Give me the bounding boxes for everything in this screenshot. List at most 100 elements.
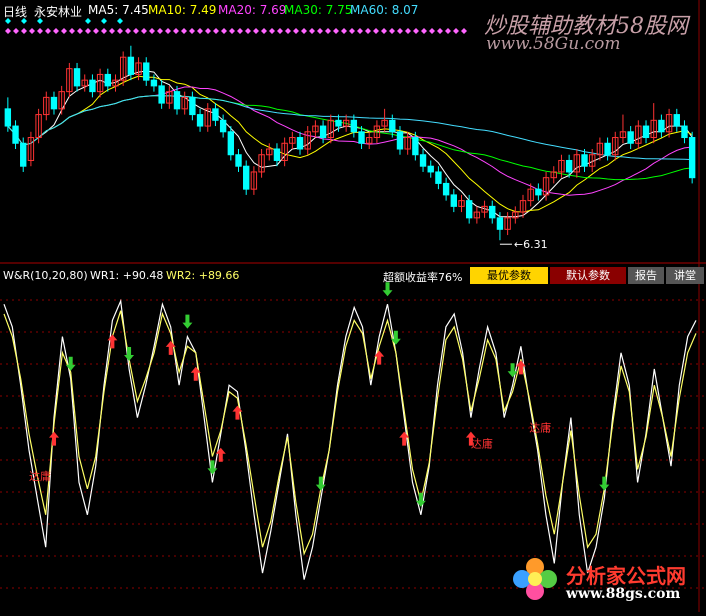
diamond-marker [37,28,43,34]
low-price-marker: ←6.31 [499,238,548,251]
candle-body [688,137,696,179]
diamond-marker [373,28,379,34]
diamond-marker [45,28,51,34]
diamond-marker [309,28,315,34]
candle-body [396,131,404,150]
diamond-marker [69,28,75,34]
candle-body [389,119,396,133]
candle-body [412,137,419,156]
candle-body [427,165,434,173]
watermark-bottom-url: www.88gs.com [566,586,681,602]
diamond-marker [397,28,403,34]
candle-body [143,62,150,81]
diamond-marker [285,28,291,34]
best-params-button[interactable]: 最优参数 [470,267,548,284]
candle-body [243,165,250,190]
diamond-marker [237,28,243,34]
diamond-marker [165,28,171,34]
candle-body [173,91,181,110]
wr2-line [3,310,697,556]
sell-arrow-icon [124,347,135,361]
candle-body [319,125,327,139]
diamond-marker [325,28,331,34]
lecture-button[interactable]: 讲堂 [666,267,704,284]
buy-arrow-icon [49,431,60,446]
ma60-line [7,95,693,161]
candle-body [581,154,588,167]
candle-body [627,131,634,144]
diamond-marker [261,28,267,34]
candle-body [12,125,19,144]
candle-body [189,96,196,116]
candle-body [4,108,12,127]
wr1-legend: WR1: +90.48 [90,269,164,282]
ma20-legend: MA20: 7.69 [218,3,287,17]
annotation-label: 达庸 [29,469,51,483]
ma10-legend: MA10: 7.49 [148,3,217,17]
candle-body [158,85,165,104]
diamond-marker [253,28,259,34]
diamond-marker [301,28,307,34]
diamond-marker [389,28,395,34]
diamond-marker [293,28,299,34]
candle-body [419,154,427,167]
diamond-marker [413,28,419,34]
candlestick-series [4,45,696,241]
diamond-marker [205,28,211,34]
diamond-marker [341,28,347,34]
report-button[interactable]: 报告 [628,267,664,284]
candle-body [335,119,342,127]
ma10-line [7,75,693,213]
diamond-marker [213,28,219,34]
period-label[interactable]: 日线 [3,3,27,20]
diamond-marker [197,28,203,34]
diamond-marker [221,28,227,34]
diamond-marker [101,28,107,34]
diamond-marker [461,28,467,34]
candle-body [535,188,542,196]
diamond-marker [333,28,339,34]
candle-body [150,79,158,87]
candle-body [104,73,111,87]
candle-body [658,119,665,133]
diamond-marker [453,28,459,34]
diamond-marker [117,28,123,34]
moving-average-lines [7,70,693,218]
ma30-line [7,95,693,181]
candle-body [89,79,96,93]
stock-name: 永安林业 [34,5,83,19]
diamond-marker-alt [85,18,91,24]
diamond-marker [429,28,435,34]
diamond-marker [269,28,275,34]
candle-body [20,142,27,167]
flower-logo-icon [513,558,557,600]
diamond-marker-alt [101,18,107,24]
candle-body [489,205,496,219]
diamond-marker [173,28,179,34]
candle-body [273,148,281,161]
diamond-marker [421,28,427,34]
diamond-marker [133,28,139,34]
candle-body [350,119,358,133]
diamond-marker [77,28,83,34]
diamond-marker [53,28,59,34]
diamond-marker [229,28,235,34]
ma30-legend: MA30: 7.75 [284,3,353,17]
candle-body [565,159,573,173]
watermark-bottom: 分析家公式网 [566,564,686,588]
candle-body [681,125,688,139]
candle-body [358,131,365,144]
diamond-marker [381,28,387,34]
diamond-marker [13,28,19,34]
diamond-marker [405,28,411,34]
sell-arrow-icon [182,314,193,329]
candle-body [73,68,81,87]
candle-body [219,119,227,133]
default-params-button[interactable]: 默认参数 [550,267,626,284]
candle-body [227,131,235,156]
annotation-label: 达庸 [529,420,551,434]
wr-lines [3,298,697,580]
diamond-marker [85,28,91,34]
diamond-marker [157,28,163,34]
diamond-marker [365,28,371,34]
